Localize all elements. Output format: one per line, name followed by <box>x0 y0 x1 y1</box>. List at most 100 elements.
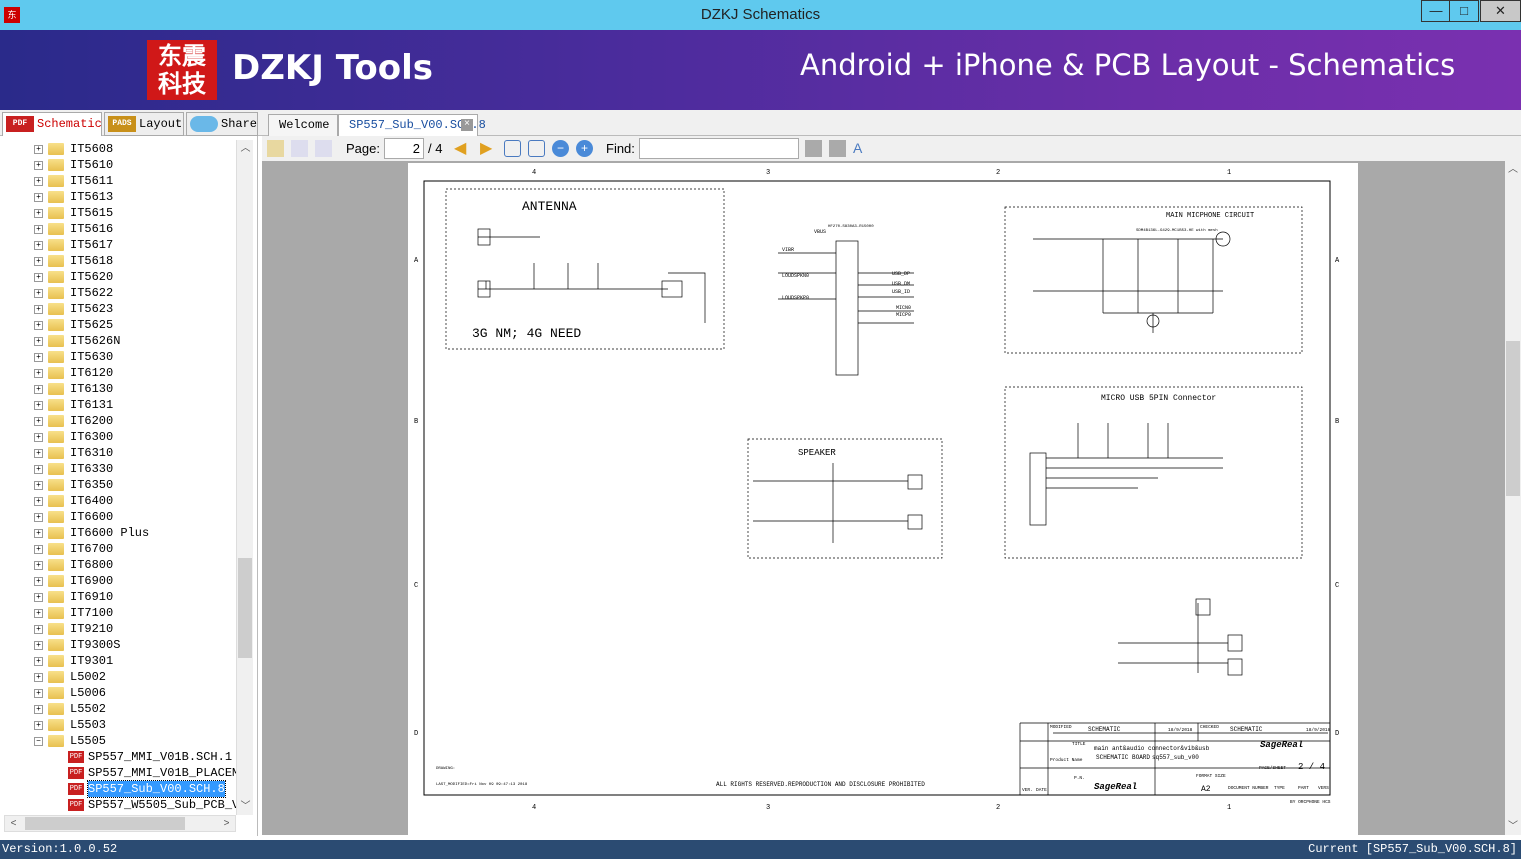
zoom-in-icon[interactable]: + <box>576 140 593 157</box>
tree-folder-item[interactable]: + IT6800 <box>34 557 234 573</box>
tree-folder-item[interactable]: + IT5625 <box>34 317 234 333</box>
expand-icon[interactable]: + <box>34 689 43 698</box>
expand-icon[interactable]: + <box>34 481 43 490</box>
fit-width-icon[interactable] <box>504 140 521 157</box>
expand-icon[interactable]: + <box>34 321 43 330</box>
tree-folder-item[interactable]: + IT6200 <box>34 413 234 429</box>
tree-folder-item[interactable]: + IT5608 <box>34 141 234 157</box>
expand-icon[interactable]: + <box>34 449 43 458</box>
tree-folder-item[interactable]: + IT5620 <box>34 269 234 285</box>
expand-icon[interactable]: + <box>34 561 43 570</box>
close-tab-icon[interactable]: × <box>461 119 473 131</box>
tree-folder-item[interactable]: + IT7100 <box>34 605 234 621</box>
expand-icon[interactable]: + <box>34 417 43 426</box>
tree-file-item[interactable]: PDF SP557_MMI_V01B.SCH.1 <box>68 749 236 765</box>
scroll-up-icon[interactable]: ︿ <box>1505 161 1521 178</box>
tree-folder-item[interactable]: + IT6131 <box>34 397 234 413</box>
expand-icon[interactable]: + <box>34 609 43 618</box>
tree-folder-item[interactable]: + IT5622 <box>34 285 234 301</box>
tree-folder-item[interactable]: + IT5611 <box>34 173 234 189</box>
expand-icon[interactable]: + <box>34 433 43 442</box>
expand-icon[interactable]: + <box>34 289 43 298</box>
tree-folder-item[interactable]: + IT5613 <box>34 189 234 205</box>
expand-icon[interactable]: + <box>34 241 43 250</box>
tree-folder-item[interactable]: + IT6400 <box>34 493 234 509</box>
expand-icon[interactable]: + <box>34 353 43 362</box>
highlight-icon[interactable]: A <box>853 140 870 157</box>
tree-folder-item[interactable]: + IT6130 <box>34 381 234 397</box>
expand-icon[interactable]: + <box>34 513 43 522</box>
previous-page-icon[interactable]: ◀ <box>454 140 471 157</box>
scroll-left-icon[interactable]: < <box>5 815 22 832</box>
tree-folder-item[interactable]: + IT6600 <box>34 509 234 525</box>
expand-icon[interactable]: + <box>34 465 43 474</box>
expand-icon[interactable]: + <box>34 209 43 218</box>
open-icon[interactable] <box>267 140 284 157</box>
tab-welcome[interactable]: Welcome <box>268 114 338 136</box>
tree-folder-item[interactable]: + IT9301 <box>34 653 234 669</box>
tree-folder-item[interactable]: + IT5623 <box>34 301 234 317</box>
expand-icon[interactable]: + <box>34 337 43 346</box>
expand-icon[interactable]: + <box>34 673 43 682</box>
expand-icon[interactable]: + <box>34 625 43 634</box>
tab-layout[interactable]: PADS Layout <box>104 112 184 136</box>
tree-folder-item[interactable]: + IT5626N <box>34 333 234 349</box>
expand-icon[interactable]: + <box>34 177 43 186</box>
tree-folder-item[interactable]: − L5505 <box>34 733 234 749</box>
tree-folder-item[interactable]: + IT5610 <box>34 157 234 173</box>
expand-icon[interactable]: + <box>34 305 43 314</box>
scroll-up-icon[interactable]: ︿ <box>237 140 254 157</box>
expand-icon[interactable]: + <box>34 497 43 506</box>
expand-icon[interactable]: + <box>34 657 43 666</box>
tab-document[interactable]: SP557_Sub_V00.SCH.8 × <box>338 114 486 136</box>
scroll-thumb[interactable] <box>25 817 185 830</box>
tree-folder-item[interactable]: + IT6910 <box>34 589 234 605</box>
find-input[interactable] <box>639 138 799 159</box>
close-button[interactable]: ✕ <box>1480 0 1521 22</box>
tree-folder-item[interactable]: + IT6600 Plus <box>34 525 234 541</box>
tree-folder-item[interactable]: + L5006 <box>34 685 234 701</box>
expand-icon[interactable]: + <box>34 385 43 394</box>
expand-icon[interactable]: + <box>34 529 43 538</box>
tree-file-item[interactable]: PDF SP557_W5505_Sub_PCB_V00_p <box>68 797 236 813</box>
tree-folder-item[interactable]: + IT5617 <box>34 237 234 253</box>
tree-folder-item[interactable]: + L5502 <box>34 701 234 717</box>
expand-icon[interactable]: + <box>34 577 43 586</box>
expand-icon[interactable]: + <box>34 161 43 170</box>
scroll-thumb[interactable] <box>238 558 252 658</box>
expand-icon[interactable]: + <box>34 145 43 154</box>
tree-folder-item[interactable]: + IT9210 <box>34 621 234 637</box>
viewer-vertical-scrollbar[interactable]: ︿ ﹀ <box>1505 161 1521 835</box>
minimize-button[interactable]: — <box>1421 0 1451 22</box>
find-next-icon[interactable] <box>829 140 846 157</box>
tree-folder-item[interactable]: + IT5618 <box>34 253 234 269</box>
expand-icon[interactable]: + <box>34 193 43 202</box>
tree-vertical-scrollbar[interactable]: ︿ ﹀ <box>236 140 253 815</box>
tree-folder-item[interactable]: + IT6700 <box>34 541 234 557</box>
expand-icon[interactable]: + <box>34 257 43 266</box>
tab-schematic[interactable]: PDF Schematic <box>2 112 102 136</box>
collapse-icon[interactable]: − <box>34 737 43 746</box>
tree-folder-item[interactable]: + IT6350 <box>34 477 234 493</box>
find-previous-icon[interactable] <box>805 140 822 157</box>
tree-folder-item[interactable]: + L5503 <box>34 717 234 733</box>
tree-folder-item[interactable]: + IT6900 <box>34 573 234 589</box>
tree-folder-item[interactable]: + IT9300S <box>34 637 234 653</box>
expand-icon[interactable]: + <box>34 369 43 378</box>
scroll-right-icon[interactable]: > <box>218 815 235 832</box>
tree-folder-item[interactable]: + IT6120 <box>34 365 234 381</box>
scroll-thumb[interactable] <box>1506 341 1520 496</box>
expand-icon[interactable]: + <box>34 401 43 410</box>
tree-folder-item[interactable]: + IT5630 <box>34 349 234 365</box>
next-page-icon[interactable]: ▶ <box>480 140 497 157</box>
scroll-down-icon[interactable]: ﹀ <box>237 798 254 815</box>
tree-folder-item[interactable]: + L5002 <box>34 669 234 685</box>
expand-icon[interactable]: + <box>34 641 43 650</box>
maximize-button[interactable]: □ <box>1449 0 1479 22</box>
expand-icon[interactable]: + <box>34 273 43 282</box>
expand-icon[interactable]: + <box>34 705 43 714</box>
scroll-down-icon[interactable]: ﹀ <box>1505 818 1521 835</box>
page-input[interactable] <box>384 138 424 159</box>
expand-icon[interactable]: + <box>34 225 43 234</box>
tree-file-item[interactable]: PDF SP557_MMI_V01B_PLACEMENT <box>68 765 236 781</box>
